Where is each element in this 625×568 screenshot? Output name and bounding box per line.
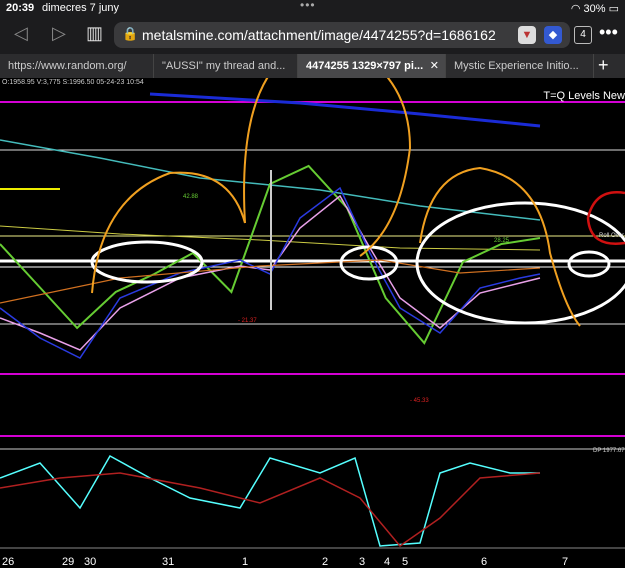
rollover-label: Roll Over — [599, 233, 625, 239]
orange-arc-annotation — [91, 171, 246, 294]
oscillator-fast-line — [0, 454, 540, 547]
battery-percent: 30% — [583, 3, 606, 15]
lock-icon: 🔒 — [122, 26, 139, 41]
price-label: 42.88 — [183, 194, 199, 200]
x-label: 2 — [322, 556, 329, 568]
x-label: 3 — [359, 556, 366, 568]
new-tab-icon[interactable]: + — [598, 54, 609, 76]
tab-label: https://www.random.org/ — [8, 60, 127, 72]
x-label: 7 — [562, 556, 569, 568]
tab-label: Mystic Experience Initio... — [454, 60, 579, 72]
chart-header-info: O:1958.95 V:3,775 S:1996.50 05-24-23 10:… — [2, 79, 144, 86]
tab-image[interactable]: 4474255 1329×797 pi... ✕ — [298, 54, 446, 78]
url-text: metalsmine.com/attachment/image/4474255?… — [142, 27, 496, 43]
status-bar: 20:39 dimecres 7 juny ••• ◠ 30% ▭ — [0, 0, 625, 18]
white-ellipse-annotation-3 — [415, 201, 625, 325]
tab-mystic[interactable]: Mystic Experience Initio... — [446, 54, 594, 78]
chart-svg — [0, 78, 625, 549]
address-bar[interactable]: 🔒 metalsmine.com/attachment/image/447425… — [114, 22, 570, 48]
x-label: 1 — [242, 556, 249, 568]
battery-indicator: ◠ 30% ▭ — [571, 2, 619, 15]
status-time: 20:39 — [6, 2, 35, 14]
brave-shield-icon[interactable]: ▼ — [518, 26, 536, 44]
close-tab-icon[interactable]: ✕ — [430, 54, 439, 78]
price-label: 28.25 — [494, 238, 510, 244]
oscillator-slow-line — [0, 472, 541, 548]
forward-icon[interactable]: ▷ — [52, 23, 66, 44]
price-label: - 45.33 — [410, 398, 429, 404]
vertical-marker — [270, 170, 272, 310]
multitask-dots-icon[interactable]: ••• — [300, 0, 316, 12]
tab-aussi-thread[interactable]: "AUSSI" my thread and... — [154, 54, 298, 78]
x-label: 30 — [84, 556, 97, 568]
tab-label: "AUSSI" my thread and... — [162, 60, 286, 72]
bookmarks-icon[interactable]: ▥ — [86, 23, 103, 44]
more-menu-icon[interactable]: ••• — [599, 22, 618, 43]
tab-bar: https://www.random.org/ "AUSSI" my threa… — [0, 54, 625, 78]
status-date: dimecres 7 juny — [42, 2, 120, 14]
x-label: 31 — [162, 556, 175, 568]
battery-icon: ▭ — [608, 3, 619, 15]
extension-icon[interactable]: ◆ — [544, 26, 562, 44]
chart-title: T=Q Levels New — [543, 90, 625, 102]
tab-count-button[interactable]: 4 — [574, 26, 592, 44]
tab-label: 4474255 1329×797 pi... — [306, 60, 424, 72]
browser-toolbar: ◁ ▷ ▥ 🔒 metalsmine.com/attachment/image/… — [0, 18, 625, 54]
back-icon[interactable]: ◁ — [14, 23, 28, 44]
wifi-icon: ◠ — [570, 3, 581, 15]
price-label: DP 1977.67 — [593, 448, 625, 454]
x-label: 26 — [2, 556, 15, 568]
blue-ma-line — [149, 92, 541, 128]
x-label: 6 — [481, 556, 488, 568]
chart-image: O:1958.95 V:3,775 S:1996.50 05-24-23 10:… — [0, 78, 625, 568]
x-label: 4 — [384, 556, 391, 568]
tab-random-org[interactable]: https://www.random.org/ — [0, 54, 154, 78]
x-label: 5 — [402, 556, 409, 568]
x-label: 29 — [62, 556, 75, 568]
price-label: - 21.37 — [238, 318, 257, 324]
white-ellipse-annotation-4 — [567, 250, 611, 278]
